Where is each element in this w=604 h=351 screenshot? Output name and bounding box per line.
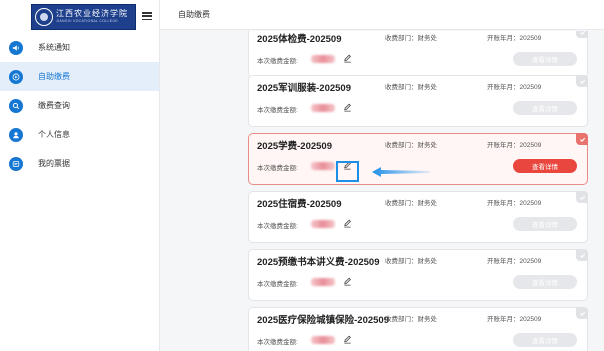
card-title: 2025学费-202509	[257, 141, 332, 152]
sidebar-nav: 系统通知 自助缴费 缴费查询 个人信息 我的票据	[0, 33, 159, 178]
card-title: 2025住宿费-202509	[257, 199, 342, 210]
payment-card[interactable]: 2025体检费-202509 收费部门：财务处 开账年月：202509 本次缴费…	[248, 31, 588, 78]
edit-amount-icon[interactable]	[341, 217, 353, 229]
sidebar-item-personal-info[interactable]: 个人信息	[0, 120, 159, 149]
view-details-button[interactable]: 查看详情	[513, 159, 577, 173]
amount-redacted	[311, 336, 335, 344]
view-details-button[interactable]: 查看详情	[513, 333, 577, 347]
card-period: 开账年月：202509	[487, 258, 542, 265]
sidebar-item-label: 缴费查询	[38, 101, 70, 110]
college-logo: 江西农业经济学院 JIANGXI VOCATIONAL COLLEGE	[31, 3, 136, 30]
checkbox[interactable]	[576, 75, 588, 87]
amount-label: 本次缴费金额:	[257, 58, 298, 65]
amount-redacted	[311, 104, 335, 112]
payment-card[interactable]: 2025军训服装-202509 收费部门：财务处 开账年月：202509 本次缴…	[248, 75, 588, 127]
speaker-icon	[9, 40, 23, 55]
view-details-button[interactable]: 查看详情	[513, 275, 577, 289]
checkbox[interactable]	[576, 249, 588, 261]
card-period: 开账年月：202509	[487, 84, 542, 91]
sidebar: 江西农业经济学院 JIANGXI VOCATIONAL COLLEGE 系统通知…	[0, 0, 160, 351]
card-department: 收费部门：财务处	[385, 142, 437, 149]
payment-card[interactable]: 2025医疗保险城镇保险-202509 收费部门：财务处 开账年月：202509…	[248, 307, 588, 351]
card-title: 2025医疗保险城镇保险-202509	[257, 315, 389, 326]
card-period: 开账年月：202509	[487, 316, 542, 323]
pointer-arrow-icon	[372, 167, 430, 177]
sidebar-item-label: 系统通知	[38, 43, 70, 52]
edit-amount-icon[interactable]	[341, 101, 353, 113]
view-details-button[interactable]: 查看详情	[513, 217, 577, 231]
payment-card[interactable]: 2025预缴书本讲义费-202509 收费部门：财务处 开账年月：202509 …	[248, 249, 588, 301]
checkbox-checked[interactable]	[576, 133, 588, 145]
highlight-box	[336, 161, 359, 182]
checkbox[interactable]	[576, 191, 588, 203]
payment-list: 2025体检费-202509 收费部门：财务处 开账年月：202509 本次缴费…	[160, 31, 604, 351]
amount-redacted	[311, 162, 335, 170]
sidebar-item-payment-query[interactable]: 缴费查询	[0, 91, 159, 120]
breadcrumb: 自助缴费	[178, 10, 210, 19]
sidebar-item-label: 个人信息	[38, 130, 70, 139]
card-title: 2025预缴书本讲义费-202509	[257, 257, 380, 268]
amount-label: 本次缴费金额:	[257, 107, 298, 114]
edit-amount-icon[interactable]	[341, 275, 353, 287]
play-icon	[9, 69, 23, 84]
amount-label: 本次缴费金额:	[257, 223, 298, 230]
user-icon	[9, 127, 23, 142]
amount-label: 本次缴费金额:	[257, 339, 298, 346]
edit-amount-icon[interactable]	[341, 333, 353, 345]
card-title: 2025体检费-202509	[257, 34, 342, 45]
top-bar: 自助缴费	[160, 0, 604, 30]
sidebar-item-self-payment[interactable]: 自助缴费	[0, 62, 159, 91]
sidebar-item-notifications[interactable]: 系统通知	[0, 33, 159, 62]
card-department: 收费部门：财务处	[385, 84, 437, 91]
logo-text-cn: 江西农业经济学院	[56, 8, 128, 18]
amount-label: 本次缴费金额:	[257, 281, 298, 288]
amount-redacted	[311, 55, 335, 63]
menu-toggle-icon[interactable]	[142, 12, 152, 20]
card-period: 开账年月：202509	[487, 200, 542, 207]
view-details-button[interactable]: 查看详情	[513, 101, 577, 115]
card-department: 收费部门：财务处	[385, 258, 437, 265]
card-period: 开账年月：202509	[487, 142, 542, 149]
amount-label: 本次缴费金额:	[257, 165, 298, 172]
payment-card[interactable]: 2025住宿费-202509 收费部门：财务处 开账年月：202509 本次缴费…	[248, 191, 588, 243]
checkbox[interactable]	[576, 307, 588, 319]
view-details-button[interactable]: 查看详情	[513, 52, 577, 66]
edit-amount-icon[interactable]	[341, 52, 353, 64]
receipt-icon	[9, 156, 23, 171]
card-department: 收费部门：财务处	[385, 316, 437, 323]
sidebar-item-label: 我的票据	[38, 159, 70, 168]
logo-text-en: JIANGXI VOCATIONAL COLLEGE	[56, 18, 119, 23]
seal-icon	[35, 7, 53, 26]
sidebar-item-label: 自助缴费	[38, 72, 70, 81]
amount-redacted	[311, 278, 335, 286]
logo-row: 江西农业经济学院 JIANGXI VOCATIONAL COLLEGE	[0, 0, 159, 33]
card-title: 2025军训服装-202509	[257, 83, 351, 94]
card-department: 收费部门：财务处	[385, 200, 437, 207]
amount-redacted	[311, 220, 335, 228]
search-icon	[9, 98, 23, 113]
checkbox[interactable]	[576, 31, 588, 38]
card-department: 收费部门：财务处	[385, 35, 437, 42]
card-period: 开账年月：202509	[487, 35, 542, 42]
sidebar-item-my-receipts[interactable]: 我的票据	[0, 149, 159, 178]
